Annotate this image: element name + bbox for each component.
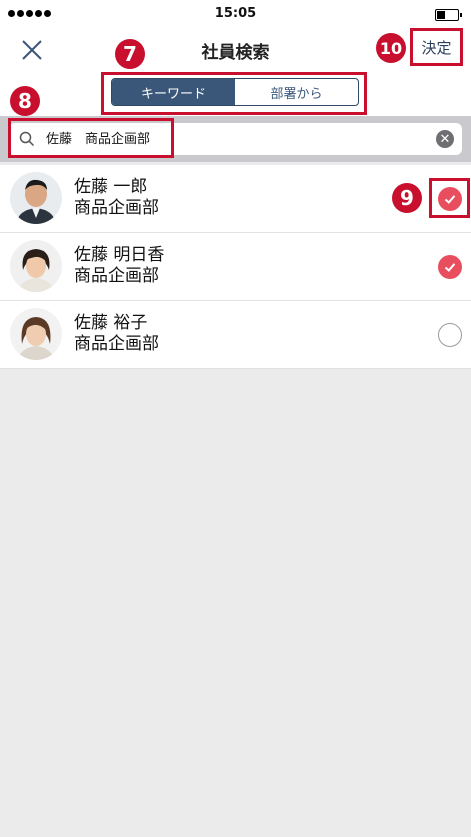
employee-department: 商品企画部 xyxy=(74,266,159,286)
employee-name: 佐藤 一郎 xyxy=(74,177,148,197)
checkbox-checked[interactable] xyxy=(438,187,462,211)
battery-icon xyxy=(435,9,462,21)
avatar xyxy=(10,240,62,292)
employee-department: 商品企画部 xyxy=(74,198,159,218)
check-icon xyxy=(444,263,456,272)
confirm-button[interactable]: 決定 xyxy=(410,28,463,66)
employee-department: 商品企画部 xyxy=(74,334,159,354)
employee-name: 佐藤 明日香 xyxy=(74,245,165,265)
avatar xyxy=(10,308,62,360)
annotation-marker-8: 8 xyxy=(10,86,40,116)
search-input[interactable] xyxy=(44,129,408,146)
clear-icon[interactable]: ✕ xyxy=(436,130,454,148)
search-bar: ✕ xyxy=(0,116,471,162)
check-icon xyxy=(444,195,456,204)
annotation-marker-7: 7 xyxy=(115,39,145,69)
search-icon xyxy=(19,131,35,147)
search-field: ✕ xyxy=(8,123,462,155)
checkbox-checked[interactable] xyxy=(438,255,462,279)
segment-department[interactable]: 部署から xyxy=(235,79,358,105)
annotation-marker-10: 10 xyxy=(376,33,406,63)
employee-name: 佐藤 裕子 xyxy=(74,313,148,333)
segment-keyword[interactable]: キーワード xyxy=(112,79,235,105)
avatar xyxy=(10,172,62,224)
status-time: 15:05 xyxy=(214,6,257,21)
checkbox-unchecked[interactable] xyxy=(438,323,462,347)
status-bar: 15:05 xyxy=(0,0,471,28)
segmented-control: キーワード 部署から xyxy=(111,78,359,106)
annotation-marker-9: 9 xyxy=(392,183,422,213)
list-item[interactable]: 佐藤 明日香 商品企画部 xyxy=(0,233,471,301)
list-item[interactable]: 佐藤 裕子 商品企画部 xyxy=(0,301,471,369)
